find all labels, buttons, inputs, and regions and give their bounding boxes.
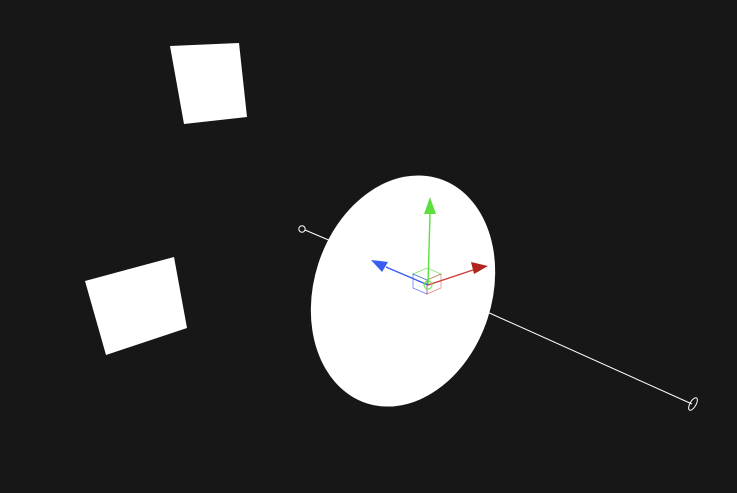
3d-viewport[interactable]: [0, 0, 737, 493]
white-disc[interactable]: [282, 151, 524, 430]
guide-line-segment-right: [484, 310, 693, 405]
guide-line-end-handle[interactable]: [687, 396, 699, 411]
scene-canvas[interactable]: [0, 0, 737, 493]
white-quad-top[interactable]: [170, 43, 247, 124]
guide-line-start-handle[interactable]: [298, 225, 306, 233]
white-quad-bottom[interactable]: [85, 257, 187, 355]
